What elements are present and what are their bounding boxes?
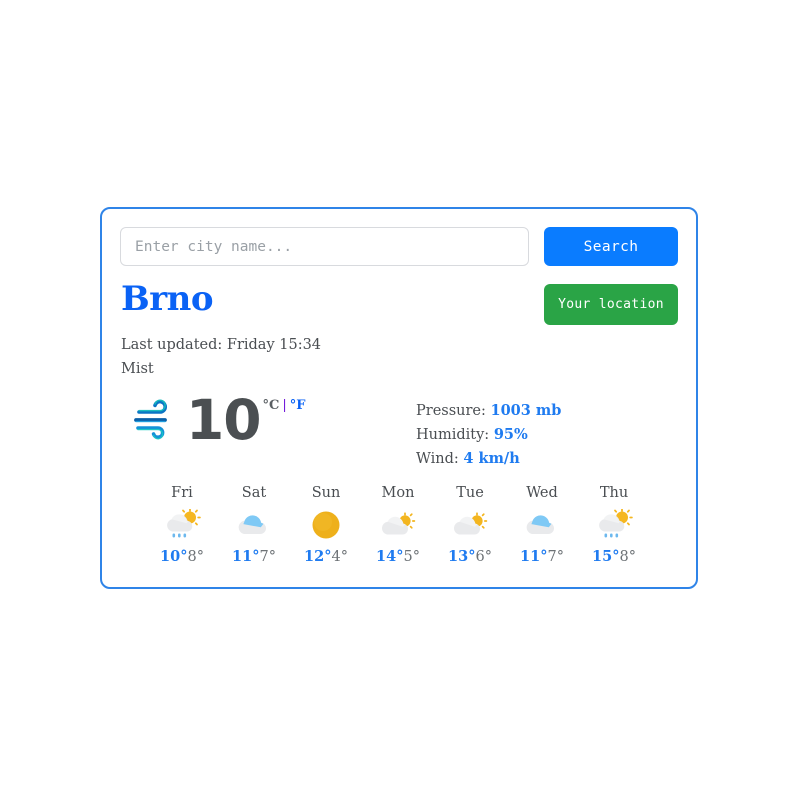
forecast-temp-max: 15° bbox=[592, 548, 620, 565]
forecast-temps: 13°6° bbox=[434, 547, 506, 567]
cloud-icon bbox=[218, 509, 290, 541]
forecast-day-label: Fri bbox=[171, 485, 193, 501]
forecast-day-tue[interactable]: Tue 13°6° bbox=[434, 483, 506, 567]
forecast-temps: 15°8° bbox=[578, 547, 650, 567]
last-updated-text: Last updated: Friday 15:34 bbox=[121, 337, 322, 353]
your-location-button[interactable]: Your location bbox=[544, 284, 678, 325]
forecast-day-label: Sat bbox=[241, 485, 267, 501]
city-row: Brno Your location bbox=[120, 280, 678, 325]
forecast-temp-max: 10° bbox=[160, 548, 188, 565]
detail-pressure: Pressure: 1003 mb bbox=[416, 399, 561, 423]
unit-fahrenheit-link[interactable]: °F bbox=[290, 398, 306, 413]
detail-wind: Wind: 4 km/h bbox=[416, 447, 561, 471]
temperature-block: 10 °C | °F bbox=[186, 388, 306, 452]
search-row: Search bbox=[120, 227, 678, 266]
forecast-day-label: Sun bbox=[311, 485, 341, 501]
current-conditions-row: 10 °C | °F Pressure: 1003 mb Humidity: 95%… bbox=[120, 388, 678, 471]
sun-cloud-rain-icon bbox=[146, 509, 218, 541]
forecast-temp-max: 14° bbox=[376, 548, 404, 565]
sun-cloud-icon bbox=[434, 509, 506, 541]
detail-humidity-label: Humidity: bbox=[416, 427, 490, 443]
current-temperature-value: 10 bbox=[186, 388, 262, 452]
forecast-day-label: Wed bbox=[526, 485, 558, 501]
current-details-list: Pressure: 1003 mb Humidity: 95% Wind: 4 … bbox=[408, 395, 561, 471]
sun-icon bbox=[290, 509, 362, 541]
forecast-temp-max: 13° bbox=[448, 548, 476, 565]
forecast-temps: 11°7° bbox=[218, 547, 290, 567]
forecast-day-sun[interactable]: Sun 12°4° bbox=[290, 483, 362, 567]
unit-separator: | bbox=[282, 398, 287, 413]
detail-humidity-value: 95% bbox=[493, 426, 528, 443]
forecast-temp-max: 11° bbox=[520, 548, 548, 565]
current-temperature-group: 10 °C | °F bbox=[120, 388, 408, 452]
forecast-day-thu[interactable]: Thu 15°8° bbox=[578, 483, 650, 567]
detail-pressure-label: Pressure: bbox=[416, 403, 486, 419]
forecast-temp-min: 8° bbox=[619, 549, 636, 565]
forecast-day-mon[interactable]: Mon 14°5° bbox=[362, 483, 434, 567]
forecast-temps: 14°5° bbox=[362, 547, 434, 567]
sun-cloud-icon bbox=[362, 509, 434, 541]
forecast-temp-max: 11° bbox=[232, 548, 260, 565]
forecast-temps: 10°8° bbox=[146, 547, 218, 567]
forecast-temps: 11°7° bbox=[506, 547, 578, 567]
cloud-icon bbox=[506, 509, 578, 541]
forecast-row: Fri 10°8° Sat 11°7° Sun 12°4° Mon 14°5° … bbox=[120, 483, 678, 567]
search-input[interactable] bbox=[120, 227, 529, 266]
search-button[interactable]: Search bbox=[544, 227, 678, 266]
forecast-temp-min: 7° bbox=[259, 549, 276, 565]
forecast-temp-min: 5° bbox=[403, 549, 420, 565]
app-page: Search Brno Your location Last updated: … bbox=[0, 0, 800, 800]
forecast-temps: 12°4° bbox=[290, 547, 362, 567]
forecast-temp-max: 12° bbox=[304, 548, 332, 565]
detail-pressure-value: 1003 mb bbox=[490, 402, 562, 419]
forecast-temp-min: 4° bbox=[331, 549, 348, 565]
detail-humidity: Humidity: 95% bbox=[416, 423, 561, 447]
forecast-day-label: Tue bbox=[456, 485, 484, 501]
forecast-day-wed[interactable]: Wed 11°7° bbox=[506, 483, 578, 567]
forecast-day-label: Mon bbox=[381, 485, 415, 501]
unit-toggle: °C | °F bbox=[263, 399, 306, 413]
detail-wind-value: 4 km/h bbox=[463, 450, 520, 467]
wind-mist-icon bbox=[128, 396, 180, 444]
unit-celsius-active: °C bbox=[262, 398, 280, 413]
forecast-day-fri[interactable]: Fri 10°8° bbox=[146, 483, 218, 567]
sun-cloud-rain-icon bbox=[578, 509, 650, 541]
forecast-temp-min: 6° bbox=[475, 549, 492, 565]
forecast-day-label: Thu bbox=[599, 485, 629, 501]
detail-wind-label: Wind: bbox=[416, 451, 459, 467]
city-name: Brno bbox=[121, 279, 214, 319]
weather-condition-text: Mist bbox=[121, 361, 154, 377]
forecast-temp-min: 7° bbox=[547, 549, 564, 565]
forecast-day-sat[interactable]: Sat 11°7° bbox=[218, 483, 290, 567]
weather-widget-card: Search Brno Your location Last updated: … bbox=[100, 207, 698, 589]
forecast-temp-min: 8° bbox=[187, 549, 204, 565]
